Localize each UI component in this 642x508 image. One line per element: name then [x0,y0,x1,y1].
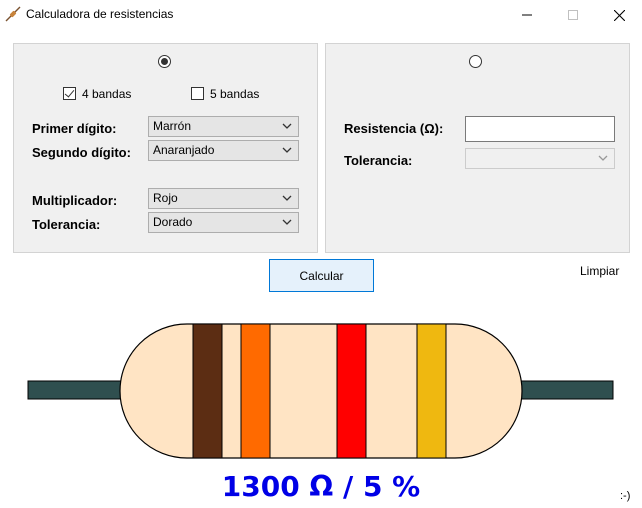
resistor-lead-left [27,380,123,400]
chevron-down-icon [598,155,608,161]
resistor-icon [5,6,21,22]
resistor-band-1 [192,323,223,459]
bands-panel: 4 bandas 5 bandas Primer dígito: Marrón … [13,43,318,253]
four-bands-checkbox[interactable] [63,87,76,100]
tolerance-value: Dorado [153,215,193,229]
multiplier-value: Rojo [153,191,178,205]
clear-link[interactable]: Limpiar [580,264,619,278]
four-bands-label: 4 bandas [82,87,132,101]
multiplier-label: Multiplicador: [32,193,118,208]
value-tolerance-select[interactable] [465,148,615,169]
close-icon [613,9,625,21]
resistor-body [119,323,523,459]
resistor-lead-right [519,380,614,400]
calculate-button[interactable]: Calcular [269,259,374,292]
first-digit-value: Marrón [153,119,192,133]
close-button[interactable] [596,0,642,30]
chevron-down-icon [282,195,292,201]
window-title: Calculadora de resistencias [26,7,174,21]
bands-mode-radio[interactable] [158,55,171,68]
title-bar: Calculadora de resistencias [0,0,642,30]
value-mode-radio[interactable] [469,55,482,68]
chevron-down-icon [282,147,292,153]
chevron-down-icon [282,219,292,225]
resistor-band-2 [240,323,271,459]
tolerance-label: Tolerancia: [32,217,101,232]
maximize-button[interactable] [550,0,596,30]
first-digit-label: Primer dígito: [32,121,117,136]
second-digit-label: Segundo dígito: [32,145,131,160]
maximize-icon [568,10,578,20]
result-text: 1300 Ω / 5 % [221,470,421,503]
resistance-label: Resistencia (Ω): [344,121,444,136]
minimize-button[interactable] [504,0,550,30]
smiley-label: :-) [620,490,631,502]
chevron-down-icon [282,123,292,129]
multiplier-select[interactable]: Rojo [148,188,299,209]
second-digit-value: Anaranjado [153,143,215,157]
second-digit-select[interactable]: Anaranjado [148,140,299,161]
tolerance-select[interactable]: Dorado [148,212,299,233]
value-tolerance-label: Tolerancia: [344,153,413,168]
resistor-band-3 [336,323,367,459]
resistor-drawing [27,323,614,459]
first-digit-select[interactable]: Marrón [148,116,299,137]
resistance-input[interactable] [465,116,615,142]
resistor-band-4 [416,323,447,459]
five-bands-label: 5 bandas [210,87,260,101]
value-panel: Resistencia (Ω): Tolerancia: [325,43,630,253]
five-bands-checkbox[interactable] [191,87,204,100]
minimize-icon [522,14,532,16]
